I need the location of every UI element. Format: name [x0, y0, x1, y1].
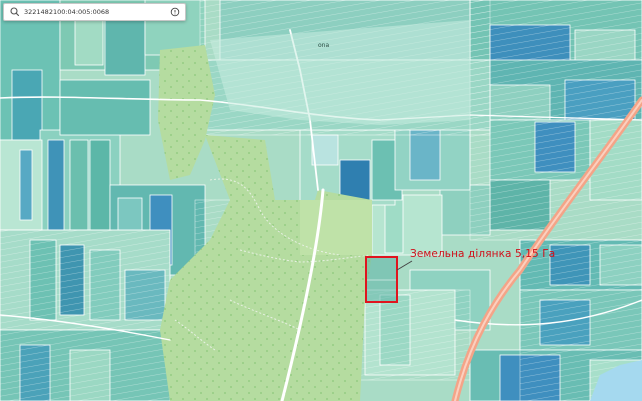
search-icon: [10, 7, 20, 17]
search-input[interactable]: [22, 8, 169, 16]
parcel-label: Земельна ділянка 5,15 Га: [410, 248, 556, 260]
cadastral-map[interactable]: ona: [0, 0, 642, 401]
village-label: ona: [318, 42, 329, 49]
info-circle-icon[interactable]: [169, 6, 181, 18]
search-box[interactable]: [3, 3, 186, 21]
